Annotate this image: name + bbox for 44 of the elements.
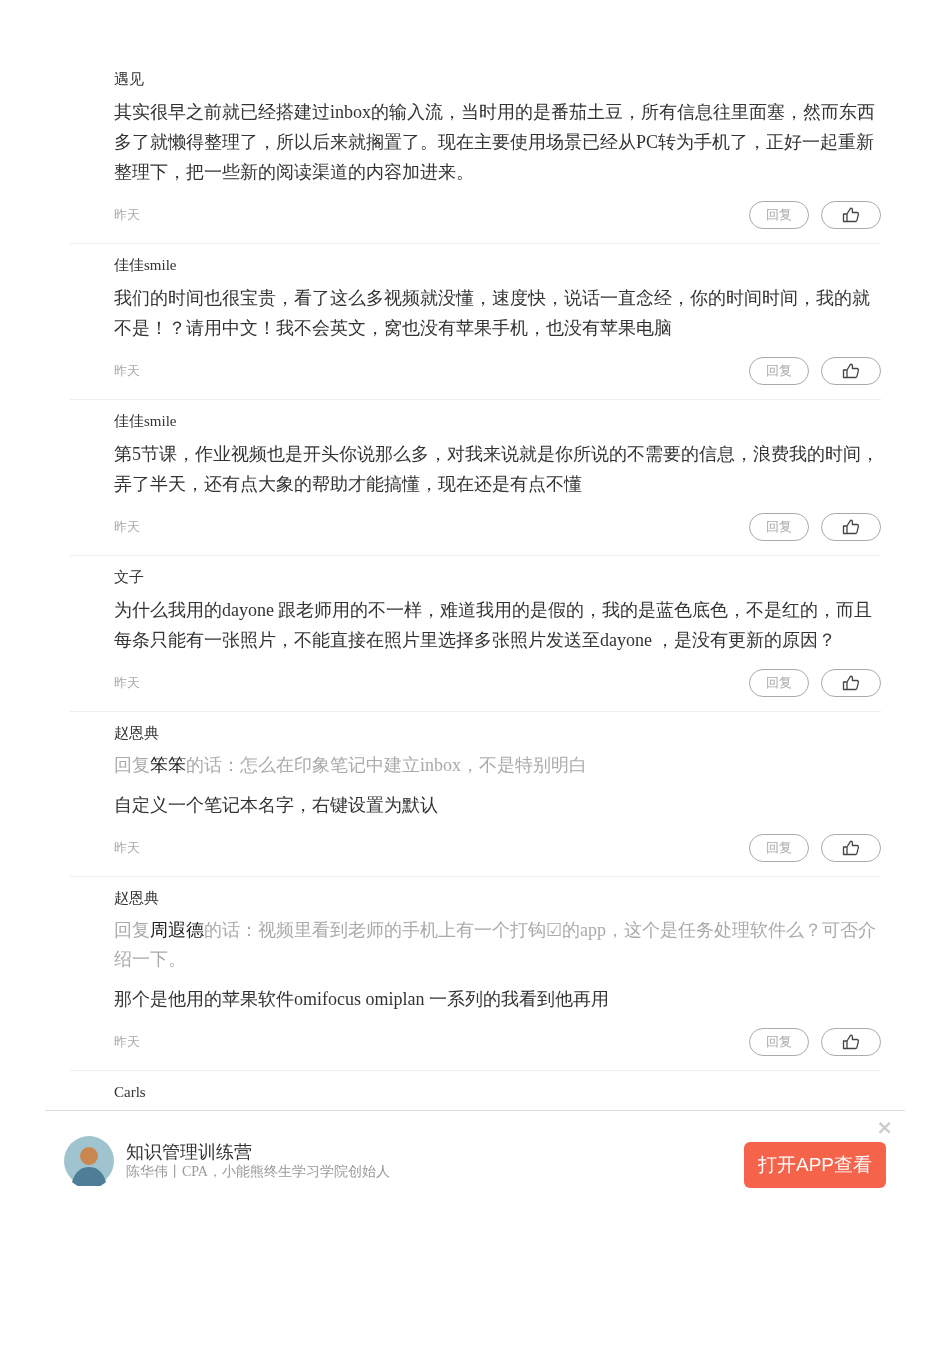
like-button[interactable] — [821, 357, 881, 385]
thumbs-up-icon — [842, 1034, 860, 1050]
comment-text: 第5节课，作业视频也是开头你说那么多，对我来说就是你所说的不需要的信息，浪费我的时间，弄了半天，还有点大象的帮助才能搞懂，现在还是有点不懂 — [114, 443, 880, 496]
close-button[interactable]: × — [876, 1117, 893, 1137]
like-button[interactable] — [821, 669, 881, 697]
comment-author: 遇见 — [114, 70, 144, 89]
thumbs-up-icon — [842, 363, 860, 379]
course-author: 陈华伟丨CPA，小能熊终生学习学院创始人 — [126, 1163, 390, 1181]
reply-button[interactable]: 回复 — [749, 669, 809, 697]
comment-time: 昨天 — [114, 362, 140, 380]
reply-button[interactable]: 回复 — [749, 201, 809, 229]
thumbs-up-icon — [842, 207, 860, 223]
like-button[interactable] — [821, 834, 881, 862]
comment-text: 那个是他用的苹果软件omifocus omiplan 一系列的我看到他再用 — [114, 988, 609, 1011]
thumbs-up-icon — [842, 840, 860, 856]
quoted-reply: 回复周遐德的话：视频里看到老师的手机上有一个打钩☑的app，这个是任务处理软件么？可否介绍一下。 — [114, 919, 877, 971]
comment-author: 佳佳smile — [114, 256, 177, 275]
comment-text: 为什么我用的dayone 跟老师用的不一样，难道我用的是假的，我的是蓝色底色，不是红的，而且每条只能有一张照片，不能直接在照片里选择多张照片发送至dayone ，是没有更新的原因？ — [114, 599, 874, 652]
comment-text: 其实很早之前就已经搭建过inbox的输入流，当时用的是番茄土豆，所有信息往里面塞，然而东西多了就懒得整理了，所以后来就搁置了。现在主要使用场景已经从PC转为手机了，正好一起重新整理下，把一些新的阅读渠道的内容加进来。 — [114, 101, 876, 184]
thumbs-up-icon — [842, 675, 860, 691]
reply-button[interactable]: 回复 — [749, 357, 809, 385]
comment-time: 昨天 — [114, 1033, 140, 1051]
comment-author: Carls — [114, 1083, 146, 1102]
comment-author: 文子 — [114, 568, 144, 587]
comment-time: 昨天 — [114, 206, 140, 224]
reply-button[interactable]: 回复 — [749, 513, 809, 541]
comment-time: 昨天 — [114, 839, 140, 857]
comment-author: 赵恩典 — [114, 889, 159, 908]
like-button[interactable] — [821, 201, 881, 229]
like-button[interactable] — [821, 513, 881, 541]
comment-author: 佳佳smile — [114, 412, 177, 431]
open-app-button[interactable]: 打开APP查看 — [743, 1142, 886, 1188]
like-button[interactable] — [821, 1028, 881, 1056]
comment-author: 赵恩典 — [114, 724, 159, 743]
reply-button[interactable]: 回复 — [749, 1028, 809, 1056]
comment-time: 昨天 — [114, 674, 140, 692]
comment-text: 自定义一个笔记本名字，右键设置为默认 — [114, 794, 438, 817]
comment-text: 我们的时间也很宝贵，看了这么多视频就没懂，速度快，说话一直念经，你的时间时间，我的就不是！？请用中文！我不会英文，窝也没有苹果手机，也没有苹果电脑 — [114, 287, 871, 340]
reply-button[interactable]: 回复 — [749, 834, 809, 862]
course-title: 知识管理训练营 — [126, 1141, 252, 1163]
comment-time: 昨天 — [114, 518, 140, 536]
avatar — [64, 1136, 114, 1186]
thumbs-up-icon — [842, 519, 860, 535]
quoted-reply: 回复笨笨的话：怎么在印象笔记中建立inbox，不是特别明白 — [114, 754, 587, 777]
